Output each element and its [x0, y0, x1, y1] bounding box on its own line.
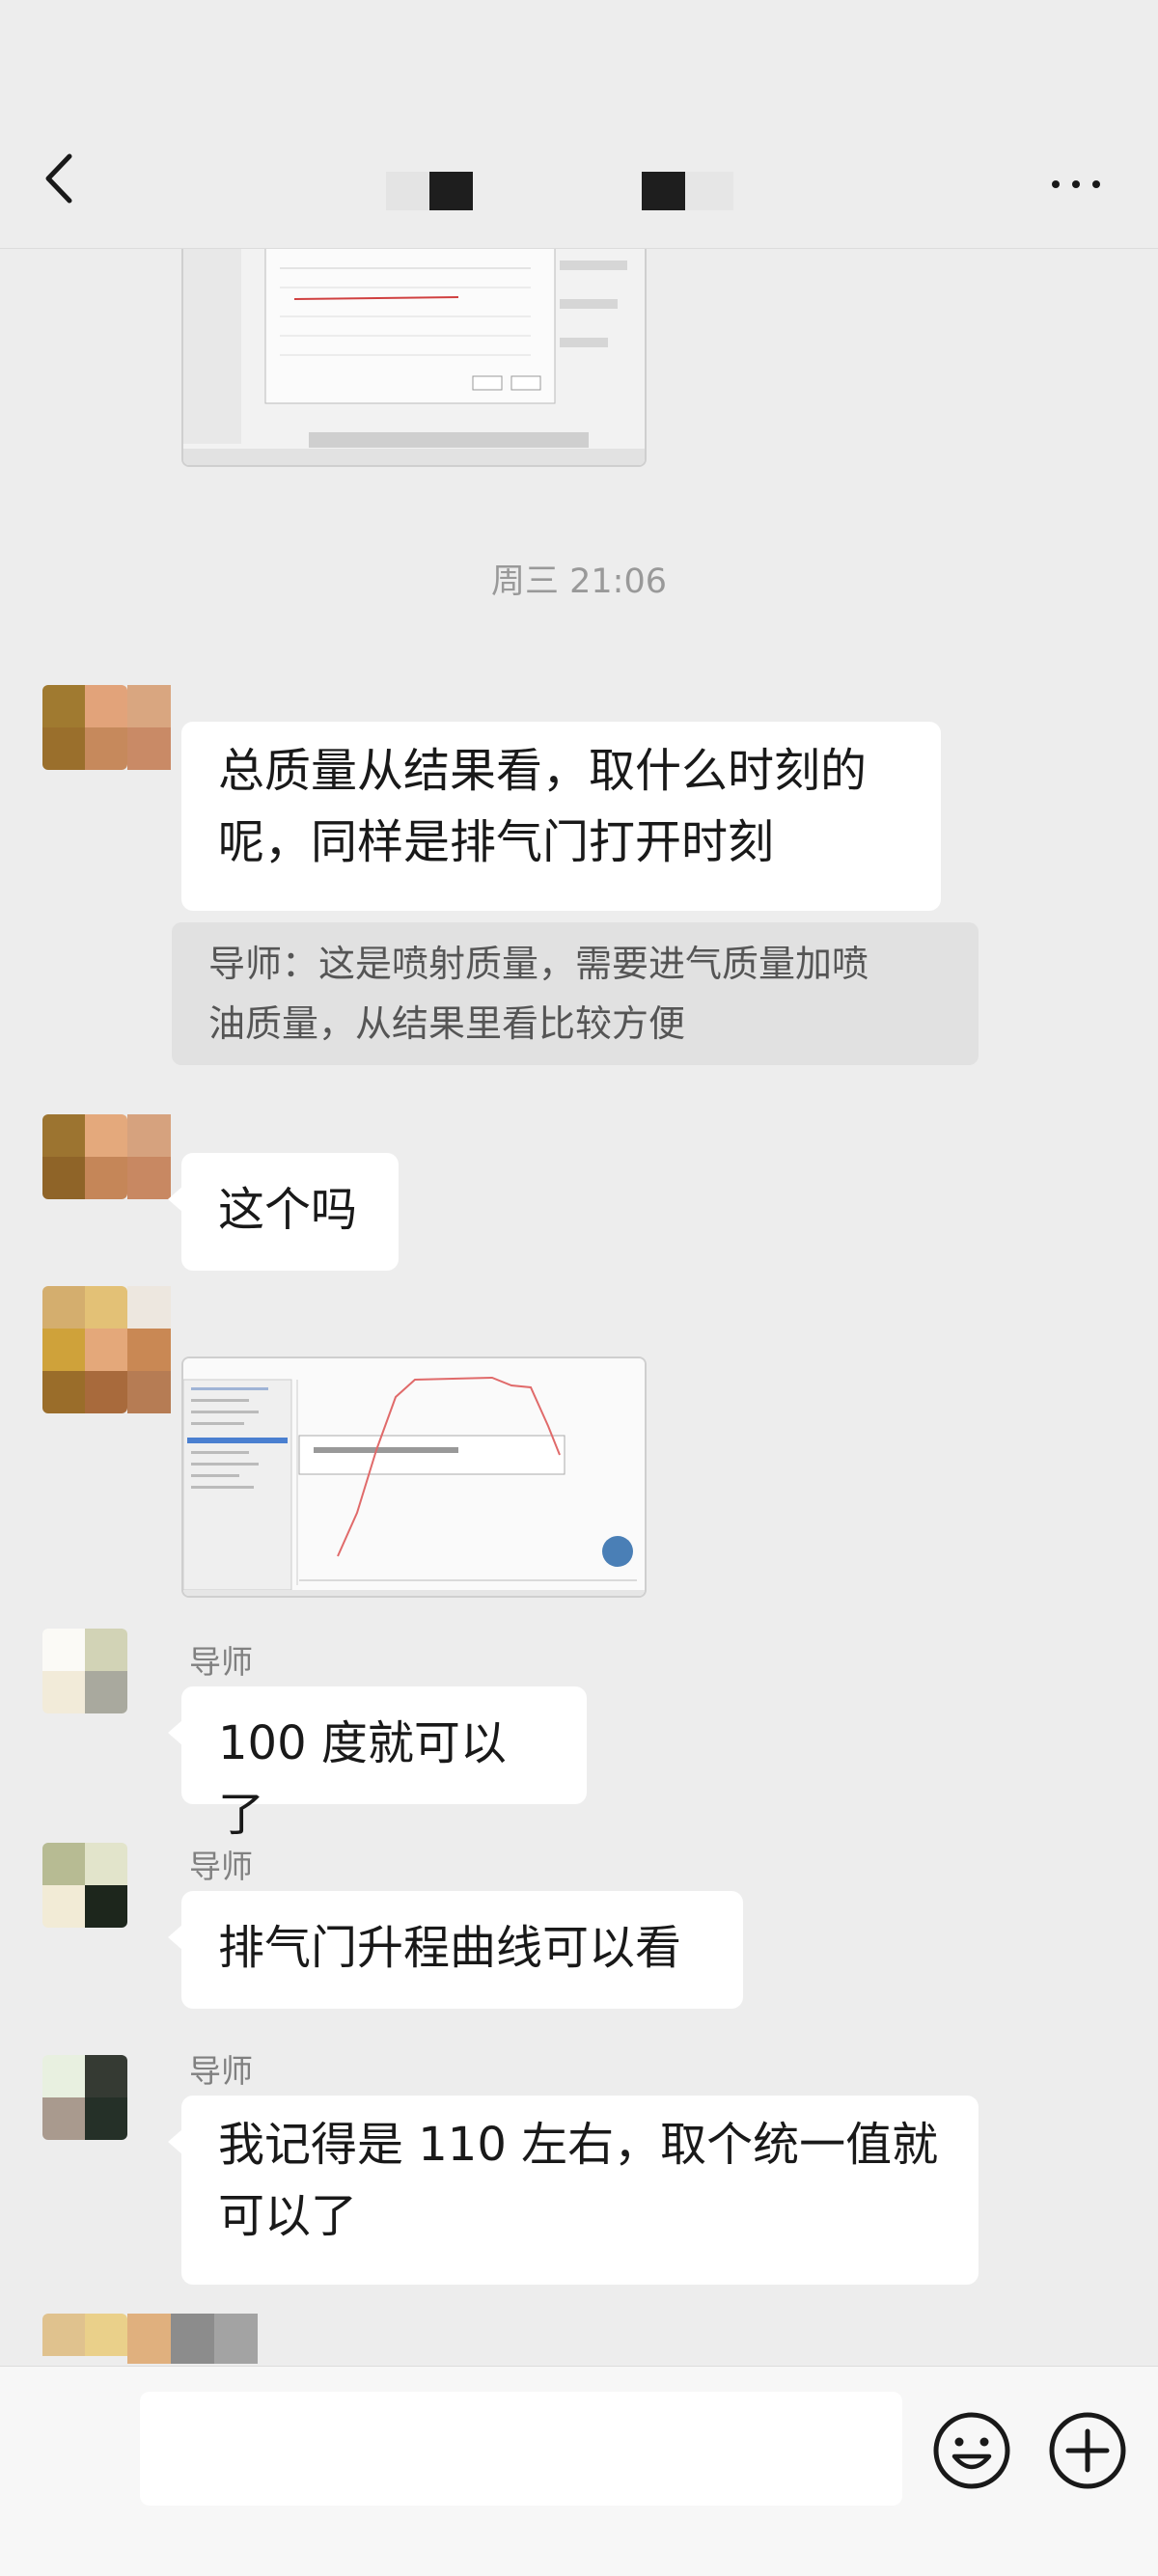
sender-name: 导师 — [189, 1643, 253, 1681]
message-bubble[interactable]: 100 度就可以了 — [168, 1686, 587, 1842]
avatar[interactable] — [42, 1629, 127, 1713]
emoji-smile-icon — [933, 2412, 1010, 2489]
quote-text-line: 油质量，从结果里看比较方便 — [208, 1002, 686, 1045]
shared-image-screenshot[interactable] — [181, 249, 647, 467]
message-input[interactable] — [140, 2392, 902, 2506]
chevron-left-icon — [45, 153, 72, 204]
avatar[interactable] — [42, 1843, 127, 1928]
message-timestamp: 周三 21:06 — [491, 562, 667, 601]
plus-circle-icon — [1049, 2412, 1126, 2489]
message-input-bar — [0, 2366, 1158, 2576]
avatar[interactable] — [42, 1286, 127, 1413]
message-bubble[interactable]: 我记得是 110 左右，取个统一值就 可以了 — [168, 2096, 979, 2285]
avatar[interactable] — [42, 1114, 127, 1199]
quoted-message[interactable]: 导师：这是喷射质量，需要进气质量加喷 油质量，从结果里看比较方便 — [172, 922, 979, 1065]
message-text: 排气门升程曲线可以看 — [218, 1921, 682, 1975]
message-bubble[interactable]: 总质量从结果看，取什么时刻的 呢，同样是排气门打开时刻 — [181, 722, 941, 911]
emoji-button[interactable] — [931, 2410, 1012, 2491]
sender-name: 导师 — [189, 2052, 253, 2090]
message-text: 这个吗 — [218, 1183, 358, 1237]
more-functions-button[interactable] — [1047, 2410, 1128, 2491]
message-text-line: 我记得是 110 左右，取个统一值就 — [218, 2118, 939, 2172]
chat-title-redacted — [381, 164, 738, 212]
message-bubble[interactable]: 这个吗 — [168, 1153, 399, 1271]
chat-message-list[interactable]: 周三 21:06 总质量从结果看，取什么时刻的 呢，同样是排气门打开时刻 导师：… — [0, 249, 1158, 2364]
shared-image-screenshot[interactable] — [181, 1357, 647, 1598]
avatar[interactable] — [42, 2055, 127, 2140]
more-options-button[interactable] — [1042, 164, 1110, 203]
avatar[interactable] — [42, 685, 127, 770]
message-text: 100 度就可以了 — [218, 1716, 507, 1842]
message-bubble[interactable]: 排气门升程曲线可以看 — [168, 1891, 743, 2009]
sender-name: 导师 — [189, 1848, 253, 1885]
message-text-line: 呢，同样是排气门打开时刻 — [218, 815, 775, 869]
chat-header — [0, 0, 1158, 249]
back-button[interactable] — [39, 145, 87, 212]
avatar[interactable] — [42, 2314, 127, 2364]
quote-text-line: 导师：这是喷射质量，需要进气质量加喷 — [208, 943, 869, 985]
message-text-line: 总质量从结果看，取什么时刻的 — [218, 744, 868, 798]
message-text-line: 可以了 — [218, 2189, 358, 2243]
